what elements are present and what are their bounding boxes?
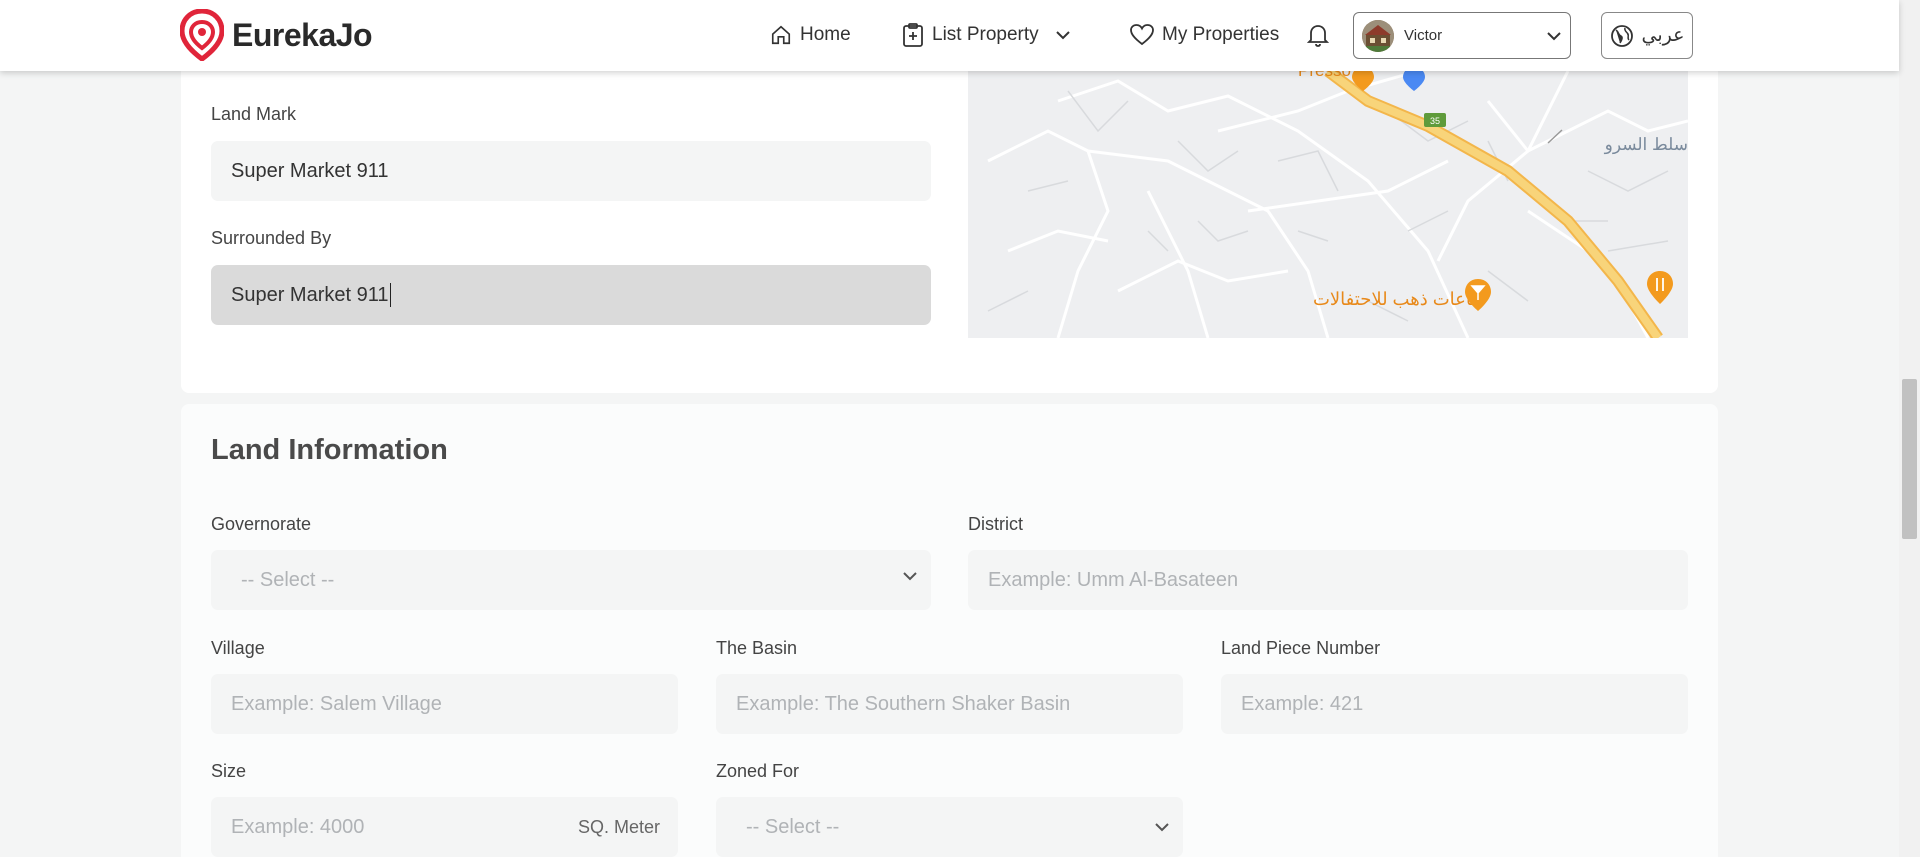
chevron-down-icon	[1155, 823, 1169, 832]
logo-pin-icon	[180, 9, 224, 61]
village-placeholder: Example: Salem Village	[231, 692, 442, 715]
basin-label: The Basin	[716, 638, 798, 658]
land-information-card	[181, 404, 1718, 857]
nav-list-property-label: List Property	[932, 24, 1039, 45]
landmark-label: Land Mark	[211, 104, 297, 124]
clipboard-plus-icon	[903, 23, 923, 47]
map-canvas[interactable]: 35 Presso سلط السرو فاعات ذهب للاحتفالات	[968, 71, 1688, 338]
size-unit: SQ. Meter	[577, 816, 660, 837]
text-caret	[389, 283, 391, 307]
nav-my-properties-label: My Properties	[1162, 24, 1280, 45]
surrounded-by-label: Surrounded By	[211, 228, 332, 248]
map-label-district: سلط السرو	[1604, 135, 1688, 155]
size-label: Size	[211, 761, 247, 781]
governorate-select[interactable]: -- Select --	[211, 550, 931, 610]
chevron-down-icon[interactable]	[1055, 30, 1071, 40]
land-piece-number-placeholder: Example: 421	[1241, 692, 1364, 715]
governorate-value: -- Select --	[241, 568, 335, 591]
size-placeholder: Example: 4000	[231, 815, 365, 838]
landmark-input[interactable]: Super Market 911	[211, 141, 931, 201]
heart-icon	[1130, 24, 1154, 46]
location-map[interactable]: 35 Presso سلط السرو فاعات ذهب للاحتفالات	[968, 71, 1688, 338]
globe-icon	[1610, 24, 1633, 47]
notifications-button[interactable]	[1307, 20, 1337, 50]
district-placeholder: Example: Umm Al-Basateen	[988, 568, 1239, 591]
surrounded-by-value: Super Market 911	[231, 283, 389, 306]
page-scrollbar[interactable]	[1899, 0, 1920, 857]
village-input[interactable]: Example: Salem Village	[211, 674, 678, 734]
land-piece-number-input[interactable]: Example: 421	[1221, 674, 1688, 734]
brand-name: EurekaJo	[232, 16, 373, 53]
district-label: District	[968, 514, 1023, 534]
basin-placeholder: Example: The Southern Shaker Basin	[736, 692, 1071, 715]
home-icon	[771, 25, 791, 45]
avatar	[1362, 19, 1394, 52]
nav-list-property[interactable]: List Property	[902, 20, 1071, 50]
map-label-presso: Presso	[1298, 71, 1351, 80]
top-navbar: EurekaJo Home List Property My Propertie…	[0, 0, 1899, 71]
landmark-value: Super Market 911	[231, 159, 389, 182]
surrounded-by-input[interactable]: Super Market 911	[211, 265, 931, 325]
language-toggle-button[interactable]: عربي	[1601, 12, 1693, 59]
user-menu-select[interactable]: Victor	[1353, 12, 1571, 59]
basin-input[interactable]: Example: The Southern Shaker Basin	[716, 674, 1183, 734]
zoned-for-label: Zoned For	[716, 761, 800, 781]
zoned-for-select[interactable]: -- Select --	[716, 797, 1183, 857]
nav-my-properties[interactable]: My Properties	[1130, 20, 1279, 50]
section-title: Land Information	[211, 434, 448, 466]
map-label-venue: فاعات ذهب للاحتفالات	[1313, 289, 1480, 309]
language-label: عربي	[1641, 25, 1685, 46]
user-name: Victor	[1404, 27, 1443, 44]
size-input[interactable]: Example: 4000 SQ. Meter	[211, 797, 678, 857]
bell-icon	[1307, 25, 1329, 47]
road-badge-text: 35	[1430, 116, 1440, 126]
chevron-down-icon	[903, 572, 917, 581]
village-label: Village	[211, 638, 265, 658]
zoned-for-value: -- Select --	[746, 815, 840, 838]
district-input[interactable]: Example: Umm Al-Basateen	[968, 550, 1688, 610]
nav-home[interactable]: Home	[770, 20, 851, 50]
land-piece-number-label: Land Piece Number	[1221, 638, 1381, 658]
nav-home-label: Home	[800, 24, 851, 45]
chevron-down-icon	[1547, 31, 1561, 40]
governorate-label: Governorate	[211, 514, 312, 534]
brand-logo[interactable]: EurekaJo	[180, 9, 373, 61]
scrollbar-thumb[interactable]	[1902, 379, 1917, 539]
